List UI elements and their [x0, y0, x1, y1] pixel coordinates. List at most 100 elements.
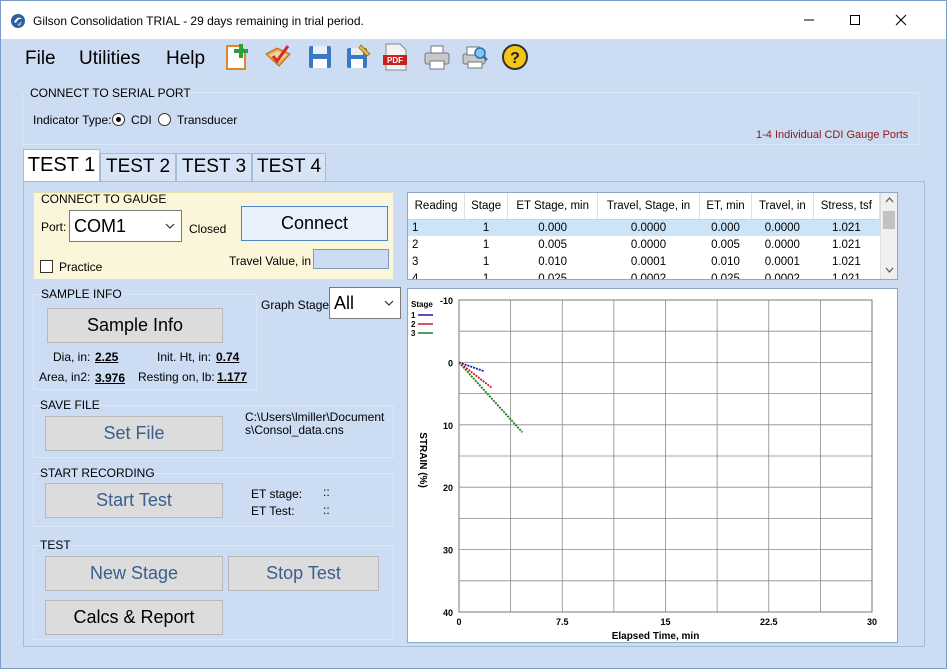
dia-value: 2.25	[95, 350, 119, 364]
open-icon[interactable]	[263, 42, 293, 72]
practice-label: Practice	[59, 260, 103, 274]
y-axis-label: STRAIN (%)	[417, 432, 428, 488]
maximize-button[interactable]	[832, 1, 878, 39]
menu-help[interactable]: Help	[166, 48, 205, 70]
et-test-label: ET Test:	[251, 504, 295, 518]
table-cell: 1	[482, 272, 490, 280]
column-header[interactable]: Stage	[464, 193, 509, 220]
column-header[interactable]: ET Stage, min	[507, 193, 599, 220]
sample-info-label: SAMPLE INFO	[41, 287, 122, 301]
table-cell: 0.0001	[630, 255, 667, 268]
table-cell: 0.025	[711, 272, 740, 280]
x-tick-label: 22.5	[760, 617, 778, 627]
et-stage-label: ET stage:	[251, 487, 303, 501]
table-cell: 2	[412, 238, 419, 251]
calcs-report-button[interactable]: Calcs & Report	[45, 600, 223, 635]
new-stage-button[interactable]: New Stage	[45, 556, 223, 591]
port-status: Closed	[189, 222, 227, 236]
table-cell: 0.010	[538, 255, 568, 268]
table-cell: 1	[408, 219, 465, 236]
travel-value-label: Travel Value, in	[229, 254, 312, 268]
table-row[interactable]: 4 1 0.025 0.0002 0.025 0.0002 1.021	[408, 270, 880, 280]
save-icon[interactable]	[305, 42, 335, 72]
table-row[interactable]: 3 1 0.010 0.0001 0.010 0.0001 1.021	[408, 253, 880, 270]
help-icon[interactable]: ?	[500, 42, 530, 72]
table-row[interactable]: 1 1 0.000 0.0000 0.000 0.0000 1.021	[408, 219, 880, 236]
y-tick-label: 40	[443, 608, 453, 618]
tab-test-2[interactable]: TEST 2	[100, 153, 176, 181]
scrollbar-thumb[interactable]	[883, 211, 895, 229]
menu-utilities[interactable]: Utilities	[79, 48, 140, 70]
table-cell: 0.0002	[764, 272, 800, 280]
column-header[interactable]: Stress, tsf	[813, 193, 881, 220]
port-select[interactable]: COM1	[69, 210, 182, 242]
table-cell: 0.0000	[751, 219, 814, 236]
tab-test-3[interactable]: TEST 3	[176, 153, 252, 181]
strain-chart: 0 7.5 15 22.5 30 -10 0 10 20 30 40 Elapsed Time, mi…	[411, 296, 877, 642]
close-icon	[895, 14, 907, 26]
strain-chart-container: 0 7.5 15 22.5 30 -10 0 10 20 30 40 Elapsed Time, mi…	[407, 288, 898, 643]
port-select-value: COM1	[74, 216, 127, 236]
chevron-down-icon	[165, 223, 175, 229]
new-file-icon[interactable]	[222, 42, 252, 72]
table-cell: 0.005	[711, 238, 740, 251]
minimize-button[interactable]	[786, 1, 832, 39]
legend-entry: 3	[411, 329, 416, 338]
table-cell: 1.021	[831, 272, 861, 280]
table-cell: 3	[412, 255, 419, 268]
travel-value-field	[313, 249, 389, 269]
start-test-button[interactable]: Start Test	[45, 483, 223, 518]
save-file-label: SAVE FILE	[40, 398, 100, 412]
cdi-radio[interactable]	[112, 113, 125, 126]
start-recording-label: START RECORDING	[40, 466, 155, 480]
save-as-icon[interactable]	[343, 42, 373, 72]
y-tick-label: 0	[448, 358, 453, 368]
table-cell: 0.025	[538, 272, 568, 280]
chevron-up-icon[interactable]	[885, 197, 894, 203]
table-cell: 0.000	[507, 219, 598, 236]
et-stage-value: ::	[323, 485, 330, 499]
table-scrollbar[interactable]	[880, 193, 897, 279]
connect-button[interactable]: Connect	[241, 206, 388, 241]
x-tick-label: 15	[660, 617, 670, 627]
readings-table: Reading Stage ET Stage, min Travel, Stage, …	[408, 193, 881, 280]
stop-test-button[interactable]: Stop Test	[228, 556, 379, 591]
window-title: Gilson Consolidation TRIAL - 29 days rem…	[33, 14, 364, 28]
column-header[interactable]: Travel, in	[751, 193, 814, 220]
column-header[interactable]: Reading	[408, 193, 466, 220]
legend-entry: 1	[411, 311, 416, 320]
table-cell: 1	[482, 255, 490, 268]
tab-test-1[interactable]: TEST 1	[23, 149, 100, 182]
graph-stage-value: All	[334, 293, 355, 313]
cdi-radio-label: CDI	[131, 113, 152, 127]
table-cell: 1.021	[831, 255, 861, 268]
menu-bar: File Utilities Help PDF ?	[1, 39, 946, 79]
column-header[interactable]: Travel, Stage, in	[597, 193, 700, 220]
transducer-radio-label: Transducer	[177, 113, 238, 127]
table-cell: 1.021	[831, 238, 861, 251]
menu-file[interactable]: File	[25, 48, 56, 70]
print-icon[interactable]	[422, 42, 452, 72]
svg-text:PDF: PDF	[387, 56, 403, 65]
readings-table-container[interactable]: Reading Stage ET Stage, min Travel, Stage, …	[407, 192, 898, 280]
transducer-radio[interactable]	[158, 113, 171, 126]
title-bar[interactable]: Gilson Consolidation TRIAL - 29 days rem…	[1, 1, 946, 39]
graph-stage-select[interactable]: All	[329, 287, 401, 319]
area-label: Area, in2:	[39, 370, 91, 384]
column-header[interactable]: ET, min	[699, 193, 753, 220]
app-logo-icon	[11, 14, 25, 28]
print-preview-icon[interactable]	[460, 42, 490, 72]
tab-test-4[interactable]: TEST 4	[252, 153, 326, 181]
app-window: Gilson Consolidation TRIAL - 29 days rem…	[0, 0, 947, 669]
et-test-value: ::	[323, 503, 330, 517]
sample-info-button[interactable]: Sample Info	[47, 308, 223, 343]
set-file-button[interactable]: Set File	[45, 416, 223, 451]
table-cell: 0.000	[699, 219, 752, 236]
table-cell: 0.0000	[597, 219, 700, 236]
chevron-down-icon[interactable]	[885, 267, 894, 273]
table-row[interactable]: 2 1 0.005 0.0000 0.005 0.0000 1.021	[408, 236, 880, 253]
practice-checkbox[interactable]	[40, 260, 53, 273]
close-button[interactable]	[878, 1, 924, 39]
pdf-icon[interactable]: PDF	[381, 42, 411, 72]
file-path-line-1: C:\Users\lmiller\Document	[245, 410, 385, 424]
